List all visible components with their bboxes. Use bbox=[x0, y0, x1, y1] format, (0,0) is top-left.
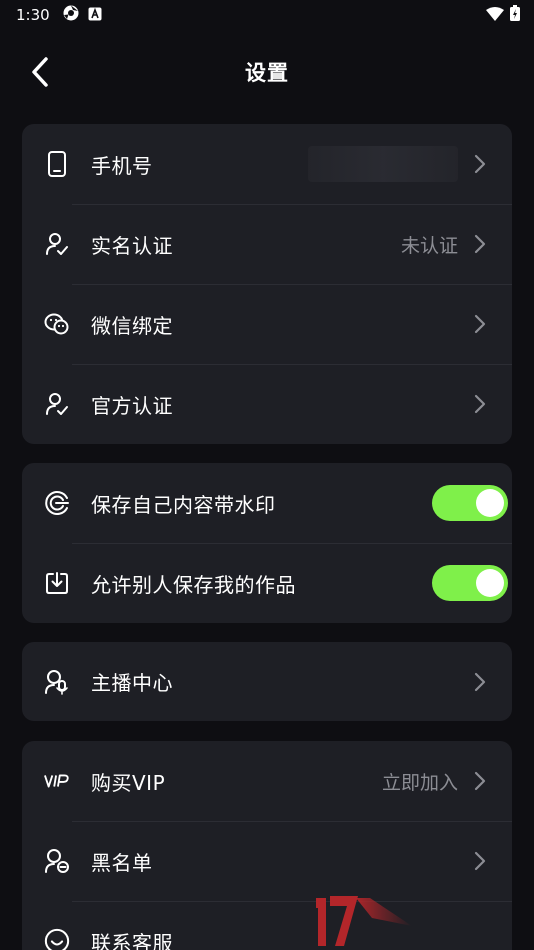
chevron-right-icon bbox=[474, 771, 488, 791]
status-right-icons bbox=[486, 5, 520, 25]
blacklist-row[interactable]: 黑名单 bbox=[22, 821, 512, 901]
watermark-toggle[interactable] bbox=[432, 485, 508, 521]
chevron-right-icon bbox=[474, 394, 488, 414]
support-row[interactable]: 联系客服 bbox=[22, 901, 512, 950]
watermark-row: 保存自己内容带水印 bbox=[22, 463, 512, 543]
wechat-icon bbox=[44, 311, 70, 337]
status-notification-icons bbox=[62, 4, 102, 26]
toggle-knob bbox=[476, 489, 504, 517]
blacklist-icon bbox=[44, 848, 70, 874]
allow-save-row: 允许别人保存我的作品 bbox=[22, 543, 512, 623]
allow-save-label: 允许别人保存我的作品 bbox=[91, 572, 296, 597]
more-settings-card: 购买VIP 立即加入 黑名单 联系客服 bbox=[22, 741, 512, 950]
wechat-row[interactable]: 微信绑定 bbox=[22, 284, 512, 364]
official-row[interactable]: 官方认证 bbox=[22, 364, 512, 444]
wifi-icon bbox=[486, 6, 504, 25]
wechat-label: 微信绑定 bbox=[91, 313, 173, 338]
host-mic-icon bbox=[44, 669, 70, 695]
real-name-label: 实名认证 bbox=[91, 233, 173, 258]
account-settings-card: 手机号 实名认证 未认证 微信绑定 官方认证 bbox=[22, 124, 512, 444]
chevron-right-icon bbox=[474, 672, 488, 692]
user-verify-icon bbox=[44, 231, 70, 257]
save-settings-card: 保存自己内容带水印 允许别人保存我的作品 bbox=[22, 463, 512, 623]
user-official-icon bbox=[44, 391, 70, 417]
chevron-right-icon bbox=[474, 234, 488, 254]
vip-row[interactable]: 购买VIP 立即加入 bbox=[22, 741, 512, 821]
watermark-icon bbox=[44, 490, 70, 516]
site-watermark-logo bbox=[312, 888, 432, 950]
vip-icon bbox=[44, 768, 70, 794]
download-icon bbox=[44, 570, 70, 596]
chevron-right-icon bbox=[474, 154, 488, 174]
phone-label: 手机号 bbox=[91, 153, 153, 178]
a-notification-icon bbox=[88, 6, 102, 25]
support-label: 联系客服 bbox=[91, 930, 173, 950]
watermark-label: 保存自己内容带水印 bbox=[91, 492, 276, 517]
phone-icon bbox=[44, 151, 70, 177]
chevron-left-icon bbox=[32, 57, 48, 87]
page-title: 设置 bbox=[245, 61, 289, 85]
vip-join-text: 立即加入 bbox=[381, 771, 458, 794]
chevron-right-icon bbox=[474, 314, 488, 334]
chevron-right-icon bbox=[474, 851, 488, 871]
support-icon bbox=[44, 928, 70, 950]
battery-icon bbox=[510, 5, 520, 25]
phone-row[interactable]: 手机号 bbox=[22, 124, 512, 204]
real-name-row[interactable]: 实名认证 未认证 bbox=[22, 204, 512, 284]
app-notification-icon bbox=[62, 4, 80, 26]
allow-save-toggle[interactable] bbox=[432, 565, 508, 601]
host-card: 主播中心 bbox=[22, 642, 512, 721]
status-time: 1:30 bbox=[16, 6, 50, 24]
host-center-label: 主播中心 bbox=[91, 671, 173, 695]
host-center-row[interactable]: 主播中心 bbox=[22, 642, 512, 721]
nav-bar: 设置 bbox=[0, 40, 534, 104]
status-bar: 1:30 bbox=[0, 0, 534, 30]
phone-number-redacted bbox=[308, 146, 458, 182]
toggle-knob bbox=[476, 569, 504, 597]
official-label: 官方认证 bbox=[91, 393, 173, 418]
real-name-status: 未认证 bbox=[400, 234, 458, 257]
vip-label: 购买VIP bbox=[91, 770, 166, 795]
blacklist-label: 黑名单 bbox=[91, 850, 153, 875]
back-button[interactable] bbox=[22, 54, 58, 90]
